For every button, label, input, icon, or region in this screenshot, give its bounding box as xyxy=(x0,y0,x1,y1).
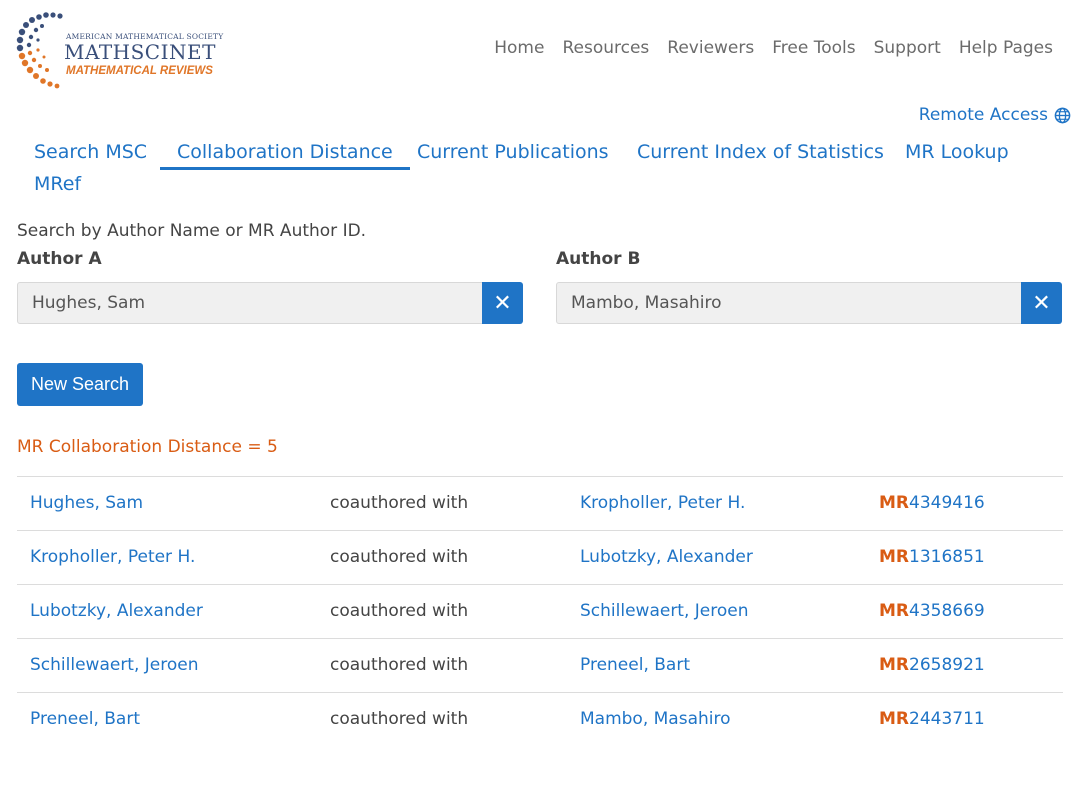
tab-mr-lookup[interactable]: MR Lookup xyxy=(888,138,1026,170)
close-icon: ✕ xyxy=(493,290,512,316)
relation-text: coauthored with xyxy=(330,493,469,513)
mr-number-link[interactable]: MR2443711 xyxy=(879,693,985,746)
tab-collaboration-distance[interactable]: Collaboration Distance xyxy=(160,138,410,170)
nav-free-tools[interactable]: Free Tools xyxy=(772,38,855,58)
author-b-label: Author B xyxy=(556,249,641,269)
mr-number-link[interactable]: MR2658921 xyxy=(879,639,985,692)
author-link[interactable]: Schillewaert, Jeroen xyxy=(30,639,199,692)
author-a-input[interactable]: Hughes, Sam xyxy=(17,282,484,324)
mathscinet-logo[interactable]: AMERICAN MATHEMATICAL SOCIETY MATHSCINET… xyxy=(16,10,223,90)
coauthor-link[interactable]: Kropholler, Peter H. xyxy=(580,477,745,530)
close-icon: ✕ xyxy=(1032,290,1051,316)
mr-number: 2443711 xyxy=(909,709,985,729)
table-row: Preneel, Bart coauthored with Mambo, Mas… xyxy=(17,693,1063,746)
clear-author-a-button[interactable]: ✕ xyxy=(482,282,523,324)
nav-resources[interactable]: Resources xyxy=(562,38,649,58)
table-row: Hughes, Sam coauthored with Kropholler, … xyxy=(17,477,1063,531)
mr-number-link[interactable]: MR4358669 xyxy=(879,585,985,638)
globe-icon xyxy=(1054,107,1071,123)
collaboration-distance-result: MR Collaboration Distance = 5 xyxy=(17,437,278,457)
mr-number: 2658921 xyxy=(909,655,985,675)
clear-author-b-button[interactable]: ✕ xyxy=(1021,282,1062,324)
nav-help-pages[interactable]: Help Pages xyxy=(959,38,1053,58)
remote-access-link[interactable]: Remote Access xyxy=(919,105,1071,125)
relation-text: coauthored with xyxy=(330,655,469,675)
mr-number: 4349416 xyxy=(909,493,985,513)
mr-number: 4358669 xyxy=(909,601,985,621)
remote-access-label: Remote Access xyxy=(918,105,1048,125)
table-row: Schillewaert, Jeroen coauthored with Pre… xyxy=(17,639,1063,693)
nav-support[interactable]: Support xyxy=(874,38,941,58)
mr-number: 1316851 xyxy=(909,547,985,567)
mr-prefix: MR xyxy=(879,709,910,729)
author-link[interactable]: Kropholler, Peter H. xyxy=(30,531,195,584)
mr-prefix: MR xyxy=(879,493,910,513)
mr-number-link[interactable]: MR4349416 xyxy=(879,477,985,530)
tab-mref[interactable]: MRef xyxy=(17,170,98,202)
coauthor-link[interactable]: Preneel, Bart xyxy=(580,639,690,692)
relation-text: coauthored with xyxy=(330,709,469,729)
tab-current-publications[interactable]: Current Publications xyxy=(400,138,626,170)
top-navigation: Home Resources Reviewers Free Tools Supp… xyxy=(494,38,1053,58)
relation-text: coauthored with xyxy=(330,547,469,567)
header: AMERICAN MATHEMATICAL SOCIETY MATHSCINET… xyxy=(0,0,1080,100)
table-row: Lubotzky, Alexander coauthored with Schi… xyxy=(17,585,1063,639)
relation-text: coauthored with xyxy=(330,601,469,621)
coauthor-link[interactable]: Mambo, Masahiro xyxy=(580,693,731,746)
author-link[interactable]: Lubotzky, Alexander xyxy=(30,585,203,638)
collaboration-path-table: Hughes, Sam coauthored with Kropholler, … xyxy=(17,476,1063,746)
author-link[interactable]: Preneel, Bart xyxy=(30,693,140,746)
tab-search-msc[interactable]: Search MSC xyxy=(17,138,164,170)
mr-prefix: MR xyxy=(879,601,910,621)
logo-mathscinet-text: MATHSCINET xyxy=(64,40,216,64)
nav-home[interactable]: Home xyxy=(494,38,544,58)
search-instruction: Search by Author Name or MR Author ID. xyxy=(17,221,367,241)
table-row: Kropholler, Peter H. coauthored with Lub… xyxy=(17,531,1063,585)
logo-reviews-text: MATHEMATICAL REVIEWS xyxy=(66,65,213,77)
nav-reviewers[interactable]: Reviewers xyxy=(667,38,754,58)
mr-number-link[interactable]: MR1316851 xyxy=(879,531,985,584)
author-b-input[interactable]: Mambo, Masahiro xyxy=(556,282,1023,324)
tab-current-index-of-statistics[interactable]: Current Index of Statistics xyxy=(620,138,901,170)
mr-prefix: MR xyxy=(879,655,910,675)
coauthor-link[interactable]: Lubotzky, Alexander xyxy=(580,531,753,584)
mr-prefix: MR xyxy=(879,547,910,567)
new-search-button[interactable]: New Search xyxy=(17,363,144,406)
coauthor-link[interactable]: Schillewaert, Jeroen xyxy=(580,585,749,638)
author-a-label: Author A xyxy=(17,249,102,269)
author-link[interactable]: Hughes, Sam xyxy=(30,477,143,530)
